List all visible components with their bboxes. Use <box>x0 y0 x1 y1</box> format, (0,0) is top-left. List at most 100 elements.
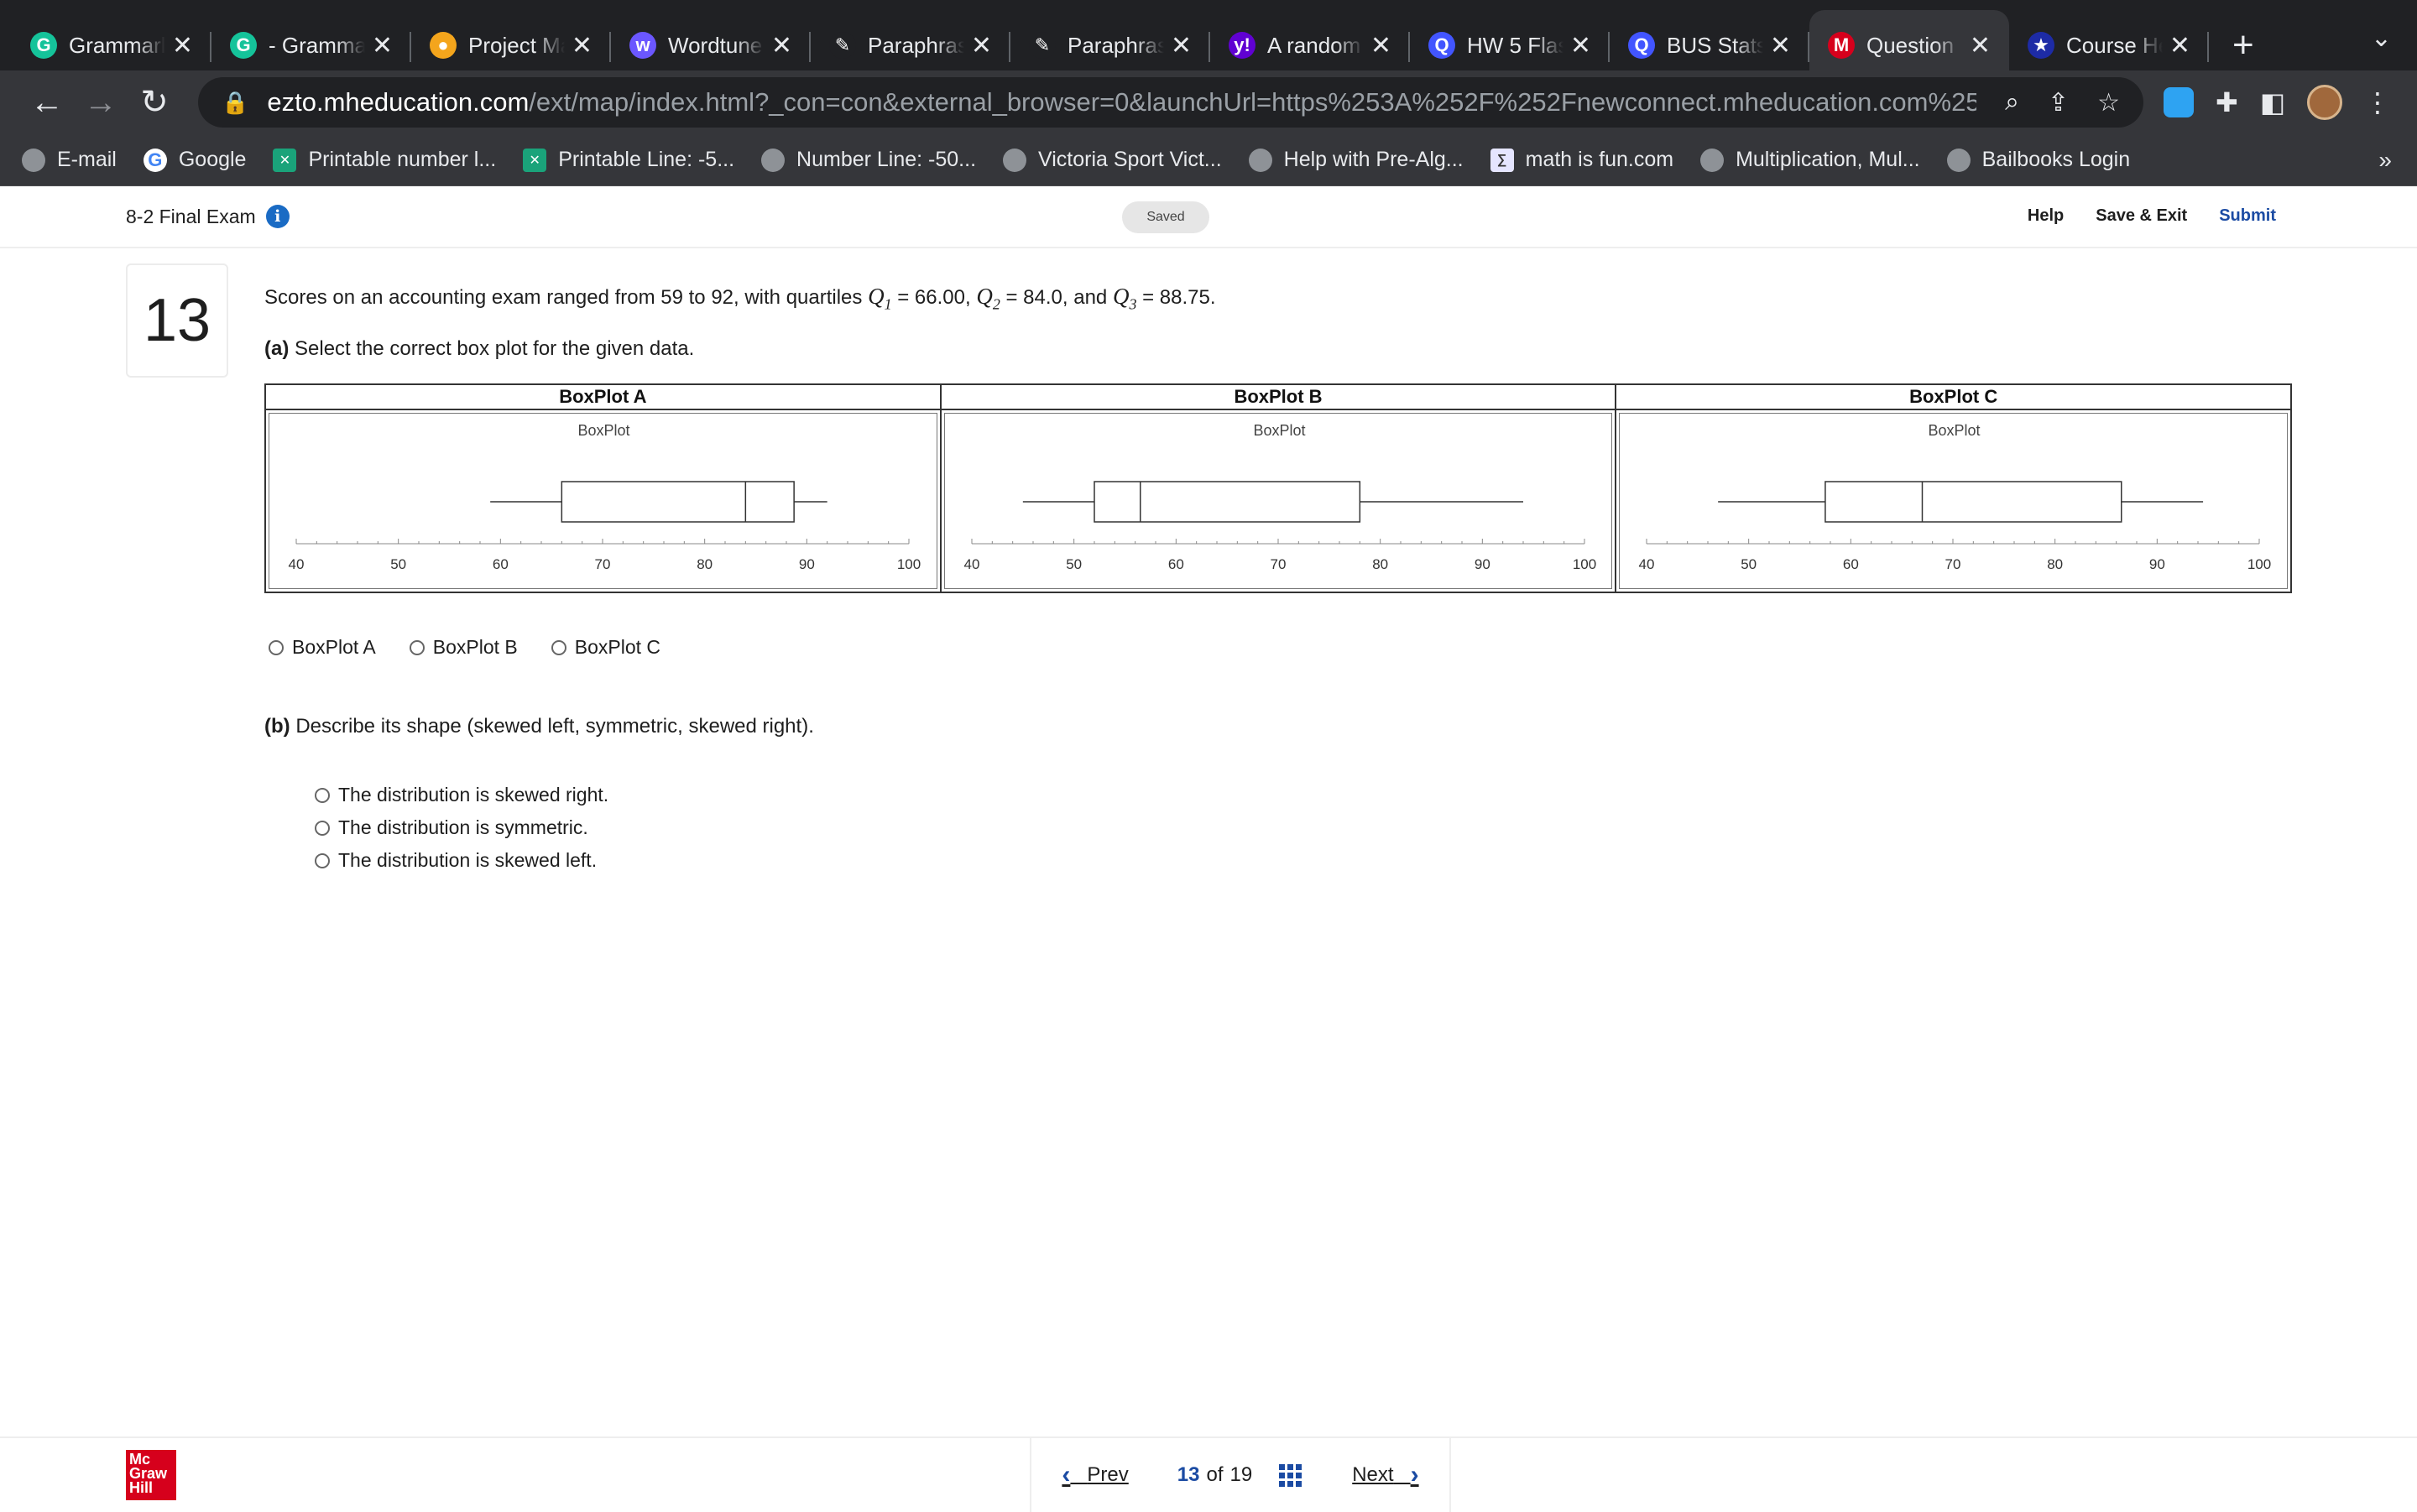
x-tick-label: 60 <box>493 556 509 572</box>
question-grid-icon[interactable] <box>1279 1463 1302 1487</box>
part-b-choices: The distribution is skewed right. The dis… <box>315 779 608 877</box>
bookmark-item[interactable]: ✕ Printable number l... <box>273 148 496 172</box>
browser-tab-strip: G Grammarly ✕ G - Grammarly ✕ ● Project Managem… <box>0 0 2417 81</box>
forward-arrow-icon[interactable]: → <box>74 84 128 122</box>
next-button[interactable]: Next › <box>1352 1461 1418 1489</box>
reload-icon[interactable]: ↻ <box>128 83 181 122</box>
browser-menu-icon[interactable]: ⋮ <box>2364 86 2391 118</box>
radio-button[interactable] <box>315 852 330 868</box>
bookmark-item[interactable]: E-mail <box>22 148 117 172</box>
exam-header: 8-2 Final Exam i Saved Help Save & Exit … <box>0 186 2417 248</box>
bookmark-item[interactable]: Help with Pre-Alg... <box>1248 148 1464 172</box>
current-question: 13 <box>1177 1463 1200 1486</box>
help-link[interactable]: Help <box>2028 206 2064 226</box>
submit-link[interactable]: Submit <box>2219 206 2276 226</box>
tab-close-icon[interactable]: ✕ <box>771 31 792 60</box>
tab-close-icon[interactable]: ✕ <box>572 31 593 60</box>
share-icon[interactable]: ⇪ <box>2048 88 2069 117</box>
tab-close-icon[interactable]: ✕ <box>1970 31 1991 60</box>
address-bar[interactable]: 🔒 ezto.mheducation.com /ext/map/index.ht… <box>198 77 2143 128</box>
boxplot-subtitle: BoxPlot <box>1253 422 1305 439</box>
q3-symbol: Q3 <box>1112 284 1137 313</box>
boxplot-title: BoxPlot A <box>266 385 940 410</box>
mcgraw-hill-logo: Mc Graw Hill <box>126 1450 176 1500</box>
profile-avatar[interactable] <box>2307 85 2343 120</box>
bookmark-star-icon[interactable]: ☆ <box>2097 88 2120 117</box>
tab-close-icon[interactable]: ✕ <box>372 31 393 60</box>
tab-favicon-icon: G <box>30 32 57 59</box>
url-path: /ext/map/index.html?_con=con&external_br… <box>529 87 1977 117</box>
boxplot-table: BoxPlot A BoxPlot 40 50 60 70 80 90 100 BoxPlot B… <box>264 383 2292 593</box>
puzzle-extensions-icon[interactable]: ✚ <box>2216 86 2238 118</box>
x-tick-label: 80 <box>697 556 713 572</box>
radio-button[interactable] <box>551 639 566 655</box>
bookmark-label: E-mail <box>57 148 117 171</box>
tab-close-icon[interactable]: ✕ <box>2169 31 2190 60</box>
part-b-choice[interactable]: The distribution is symmetric. <box>315 811 608 844</box>
question-text: Scores on an accounting exam ranged from… <box>264 284 1216 313</box>
part-a-prompt: (a) Select the correct box plot for the … <box>264 337 695 360</box>
part-b-choice[interactable]: The distribution is skewed left. <box>315 844 608 877</box>
chevron-left-icon: ‹ <box>1062 1461 1071 1489</box>
lock-icon[interactable]: 🔒 <box>222 90 248 116</box>
x-tick-label: 50 <box>1741 556 1757 572</box>
bookmark-item[interactable]: G Google <box>143 148 246 172</box>
tab-close-icon[interactable]: ✕ <box>1171 31 1192 60</box>
part-b-choice[interactable]: The distribution is skewed right. <box>315 779 608 811</box>
tab-search-chevron-icon[interactable]: ⌄ <box>2371 23 2392 53</box>
choice-label: BoxPlot B <box>432 636 518 658</box>
radio-button[interactable] <box>315 787 330 803</box>
bookmark-item[interactable]: ✕ Printable Line: -5... <box>523 148 734 172</box>
tab-favicon-icon: M <box>1828 32 1855 59</box>
tab-title: HW 5 Flashcards <box>1467 32 1563 58</box>
bookmark-item[interactable]: Bailbooks Login <box>1946 148 2130 172</box>
info-icon[interactable]: i <box>265 205 290 228</box>
bookmark-label: Help with Pre-Alg... <box>1283 148 1464 171</box>
bookmark-item[interactable]: Multiplication, Mul... <box>1700 148 1920 172</box>
globe-icon <box>22 148 45 172</box>
radio-button[interactable] <box>269 639 284 655</box>
bookmark-item[interactable]: ∑ math is fun.com <box>1490 148 1673 172</box>
part-a-choice[interactable]: BoxPlot C <box>551 636 660 659</box>
bookmark-item[interactable]: Victoria Sport Vict... <box>1003 148 1222 172</box>
tab-favicon-icon: G <box>230 32 257 59</box>
x-tick-label: 40 <box>289 556 305 572</box>
x-tick-label: 70 <box>1945 556 1961 572</box>
total-questions: 19 <box>1229 1463 1253 1486</box>
boxplot-column: BoxPlot B BoxPlot 40 50 60 70 80 90 100 <box>941 385 1617 592</box>
part-a-choice[interactable]: BoxPlot A <box>269 636 376 659</box>
tab-close-icon[interactable]: ✕ <box>971 31 992 60</box>
x-tick-label: 40 <box>963 556 979 572</box>
tab-close-icon[interactable]: ✕ <box>1370 31 1391 60</box>
logo-line: Hill <box>129 1479 154 1496</box>
radio-button[interactable] <box>315 820 330 836</box>
zoom-icon[interactable]: ⌕ <box>2005 88 2019 117</box>
tab-favicon-icon: ● <box>430 32 457 59</box>
cloud-extension-icon[interactable] <box>2164 87 2194 117</box>
x-tick-label: 90 <box>2149 556 2165 572</box>
tab-close-icon[interactable]: ✕ <box>1570 31 1591 60</box>
chevron-right-icon: › <box>1410 1461 1419 1489</box>
tab-close-icon[interactable]: ✕ <box>1770 31 1791 60</box>
x-tick-label: 40 <box>1639 556 1655 572</box>
tab-title: Wordtune <box>668 32 763 58</box>
exam-footer: Mc Graw Hill ‹ Prev 13 of 19 Next › <box>0 1436 2417 1512</box>
back-arrow-icon[interactable]: ← <box>20 84 74 122</box>
x-tick-label: 90 <box>799 556 815 572</box>
x-tick-label: 80 <box>1372 556 1388 572</box>
bookmark-item[interactable]: Number Line: -50... <box>761 148 976 172</box>
boxplot-chart: BoxPlot 40 50 60 70 80 90 100 <box>289 422 921 572</box>
x-tick-label: 100 <box>897 556 921 572</box>
prev-button[interactable]: ‹ Prev <box>1062 1461 1128 1489</box>
side-panel-icon[interactable]: ◧ <box>2260 86 2285 118</box>
bookmark-label: Victoria Sport Vict... <box>1038 148 1222 171</box>
tab-title: Grammarly <box>69 32 165 58</box>
tab-favicon-icon: Q <box>1428 32 1455 59</box>
radio-button[interactable] <box>409 639 425 655</box>
bookmarks-overflow-icon[interactable]: » <box>2378 147 2392 174</box>
save-exit-link[interactable]: Save & Exit <box>2096 206 2187 226</box>
tab-close-icon[interactable]: ✕ <box>172 31 193 60</box>
part-a-choice[interactable]: BoxPlot B <box>409 636 518 659</box>
tab-favicon-icon: y! <box>1229 32 1255 59</box>
iqr-box <box>561 481 795 523</box>
